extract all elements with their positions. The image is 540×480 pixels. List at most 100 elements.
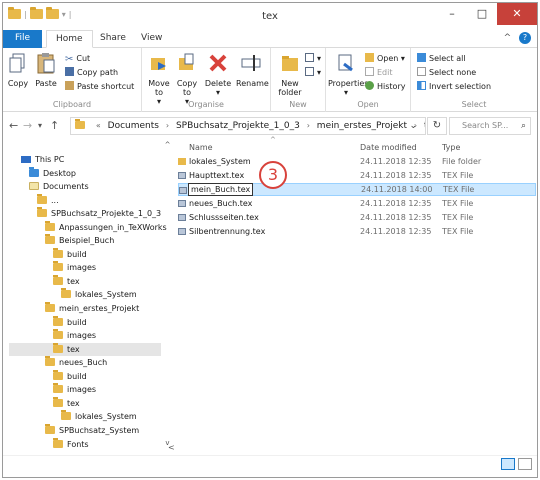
file-row[interactable]: Schlussseiten.tex 24.11.2018 12:35 TEX F…	[178, 211, 536, 224]
file-row[interactable]: Silbentrennung.tex 24.11.2018 12:35 TEX …	[178, 225, 536, 238]
copy-to-label: Copy to	[176, 79, 198, 97]
overflow-icon[interactable]: «	[96, 121, 101, 130]
tree-label: Fonts	[67, 440, 89, 449]
edit-button[interactable]: Edit	[365, 67, 393, 79]
file-row[interactable]: lokales_System 24.11.2018 12:35 File fol…	[178, 155, 536, 168]
tree-item-this-pc[interactable]: This PC	[21, 153, 64, 166]
move-to-button[interactable]: Move to ▾	[146, 52, 172, 106]
history-label: History	[377, 82, 406, 91]
tree-item-images[interactable]: images	[53, 383, 96, 396]
history-button[interactable]: History	[365, 81, 405, 93]
tree-item-spbuchsatz-projekte[interactable]: SPBuchsatz_Projekte_1_0_3	[37, 207, 161, 220]
cut-button[interactable]: ✂ Cut	[65, 53, 90, 65]
navigation-scrollbar[interactable]: ^ v	[163, 139, 172, 455]
search-input[interactable]: Search SP... ⌕	[449, 117, 531, 135]
tree-label: images	[67, 385, 97, 394]
up-button[interactable]: ↑	[50, 119, 59, 132]
tree-item-beispiel-buch[interactable]: Beispiel_Buch	[45, 234, 114, 247]
open-button[interactable]: Open ▾	[365, 53, 405, 65]
column-type[interactable]: Type	[442, 143, 460, 152]
delete-button[interactable]: Delete ▾	[204, 52, 232, 97]
tree-item-desktop[interactable]: Desktop	[29, 167, 76, 180]
tree-item-tex-selected[interactable]: tex	[9, 343, 161, 356]
help-icon[interactable]: ?	[519, 32, 531, 44]
open-label: Open	[377, 54, 399, 63]
tab-file[interactable]: File	[3, 30, 42, 48]
tree-item-build[interactable]: build	[53, 316, 87, 329]
folder-icon	[53, 370, 63, 380]
tree-item-neues-buch[interactable]: neues_Buch	[45, 356, 107, 369]
tree-item-build[interactable]: build	[53, 370, 87, 383]
ribbon: Copy Paste ✂ Cut Copy path Paste shortcut…	[3, 48, 537, 112]
copy-button[interactable]: Copy	[7, 52, 29, 88]
address-box[interactable]: « Documents › SPBuchsatz_Projekte_1_0_3 …	[70, 117, 426, 135]
paste-shortcut-label: Paste shortcut	[77, 82, 135, 91]
minimize-button[interactable]: –	[437, 3, 467, 25]
file-row[interactable]: Haupttext.tex 24.11.2018 12:35 TEX File	[178, 169, 536, 182]
scroll-up-icon[interactable]: ^	[163, 141, 172, 149]
folder-icon	[61, 288, 71, 298]
file-row-selected[interactable]: mein_Buch.tex 24.11.2018 14:00 TEX File	[178, 183, 536, 196]
invert-selection-button[interactable]: Invert selection	[417, 81, 491, 93]
tab-home[interactable]: Home	[46, 30, 93, 48]
file-row[interactable]: neues_Buch.tex 24.11.2018 12:35 TEX File	[178, 197, 536, 210]
folder-icon	[45, 221, 55, 231]
new-folder-button[interactable]: New folder	[275, 52, 305, 97]
properties-button[interactable]: Properties ▾	[328, 52, 368, 97]
open-group: Properties ▾ Open ▾ Edit History Open	[326, 48, 411, 112]
select-none-button[interactable]: Select none	[417, 67, 476, 79]
tree-item-documents[interactable]: Documents	[29, 180, 89, 193]
breadcrumb-projekte[interactable]: SPBuchsatz_Projekte_1_0_3	[176, 121, 300, 131]
tree-item-mein-erstes-projekt[interactable]: mein_erstes_Projekt	[45, 302, 139, 315]
scroll-left-icon[interactable]: <	[168, 443, 175, 452]
tree-item-anpassungen[interactable]: Anpassungen_in_TeXWorks	[45, 221, 167, 234]
copy-path-button[interactable]: Copy path	[65, 67, 118, 79]
forward-button[interactable]: →	[23, 119, 32, 132]
tree-item-lokales-system[interactable]: lokales_System	[61, 288, 137, 301]
file-date: 24.11.2018 12:35	[360, 199, 432, 208]
copy-to-button[interactable]: Copy to ▾	[174, 52, 200, 106]
file-name: Schlussseiten.tex	[189, 213, 259, 222]
tree-label: build	[67, 372, 87, 381]
tree-item-fonts[interactable]: Fonts	[53, 438, 89, 451]
column-name[interactable]: Name	[189, 143, 213, 152]
tree-item-images[interactable]: images	[53, 261, 96, 274]
details-view-icon[interactable]	[501, 458, 515, 470]
tree-item-ellipsis[interactable]: ...	[37, 194, 59, 207]
tab-view[interactable]: View	[132, 30, 171, 48]
tree-item-tex[interactable]: tex	[53, 275, 80, 288]
new-item-dropdown-icon: ▾	[317, 54, 322, 63]
collapse-ribbon-icon[interactable]: ^	[504, 33, 512, 43]
new-item-button[interactable]: ▾	[305, 53, 321, 65]
paste-shortcut-button[interactable]: Paste shortcut	[65, 81, 134, 93]
address-dropdown-icon[interactable]: ⌄	[409, 118, 417, 134]
tree-item-lokales-system[interactable]: lokales_System	[61, 410, 137, 423]
tree-item-build[interactable]: build	[53, 248, 87, 261]
recent-locations-button[interactable]: ▾	[38, 121, 42, 130]
tab-share[interactable]: Share	[91, 30, 135, 48]
column-date-modified[interactable]: Date modified	[360, 143, 417, 152]
tree-item-images[interactable]: images	[53, 329, 96, 342]
refresh-button[interactable]: ↻	[427, 117, 447, 135]
rename-button[interactable]: Rename	[236, 52, 269, 88]
breadcrumb-tex[interactable]: tex	[424, 121, 425, 131]
back-button[interactable]: ←	[9, 119, 18, 132]
tree-item-spbuchsatz-system[interactable]: SPBuchsatz_System	[45, 424, 139, 437]
chevron-right-icon[interactable]: ›	[307, 121, 310, 130]
close-button[interactable]: ✕	[497, 3, 537, 25]
file-name: lokales_System	[189, 157, 251, 166]
delete-x-icon	[209, 54, 227, 72]
tree-item-tex[interactable]: tex	[53, 397, 80, 410]
chevron-right-icon[interactable]: ›	[166, 121, 169, 130]
large-icons-view-icon[interactable]	[518, 458, 532, 470]
breadcrumb-mein-erstes-projekt[interactable]: mein_erstes_Projekt	[317, 121, 407, 131]
file-date: 24.11.2018 12:35	[360, 227, 432, 236]
tree-label: Documents	[43, 182, 89, 191]
rename-input[interactable]: mein_Buch.tex	[188, 183, 254, 196]
easy-access-button[interactable]: ▾	[305, 67, 321, 79]
breadcrumb-documents[interactable]: Documents	[108, 121, 159, 131]
new-folder-icon	[282, 56, 298, 71]
maximize-button[interactable]: □	[467, 3, 497, 25]
paste-button[interactable]: Paste	[33, 52, 59, 88]
select-all-button[interactable]: Select all	[417, 53, 466, 65]
